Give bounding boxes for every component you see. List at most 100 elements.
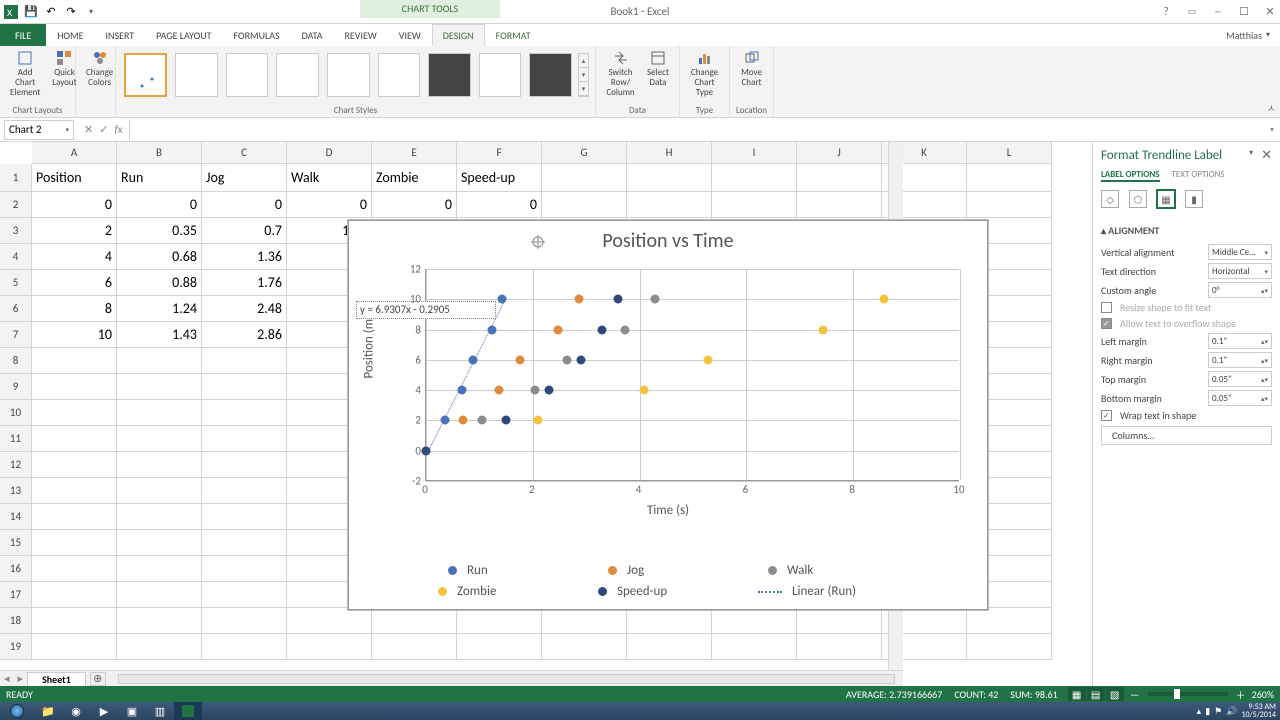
cell-B1[interactable]: Run [117, 164, 202, 192]
cell-C9[interactable] [202, 374, 287, 400]
cell-C1[interactable]: Jog [202, 164, 287, 192]
fx-icon[interactable]: fx [114, 123, 122, 136]
row-hdr-15[interactable]: 15 [0, 530, 32, 556]
chart-style-scroll[interactable]: ▴▾▾ [578, 53, 589, 97]
taskbar-clock[interactable]: 9:53 AM10/5/2014 [1241, 703, 1276, 719]
data-point[interactable] [459, 416, 468, 425]
zoom-out-button[interactable]: － [1130, 687, 1140, 702]
chart-style-9[interactable] [529, 53, 572, 97]
pane-tab-text-options[interactable]: TEXT OPTIONS [1172, 169, 1225, 182]
tray-up-icon[interactable]: ▴ [1197, 706, 1202, 717]
cell-C7[interactable]: 2.86 [202, 322, 287, 348]
formula-expand-icon[interactable]: ▾ [1264, 125, 1280, 135]
tab-file[interactable]: FILE [0, 24, 46, 46]
cell-B17[interactable] [117, 582, 202, 608]
trendline-equation-label[interactable]: y = 6.9307x - 0.2905 [356, 301, 496, 319]
cell-G1[interactable] [542, 164, 627, 192]
cell-C16[interactable] [202, 556, 287, 582]
tab-data[interactable]: DATA [291, 24, 334, 46]
cell-C5[interactable]: 1.76 [202, 270, 287, 296]
ribbon-display-icon[interactable]: ▭ [1186, 6, 1198, 18]
start-button[interactable] [0, 702, 34, 720]
taskbar-excel-icon[interactable] [174, 702, 202, 720]
fill-line-icon[interactable]: ◇ [1101, 190, 1119, 208]
tray-flag-icon[interactable]: ⚑ [1214, 706, 1222, 717]
data-point[interactable] [576, 355, 585, 364]
sheet-tab-sheet1[interactable]: Sheet1 [27, 672, 86, 687]
tray-volume-icon[interactable]: 🔊 [1226, 706, 1237, 717]
text-direction-select[interactable]: Horizontal▾ [1208, 263, 1272, 279]
col-hdr-J[interactable]: J [797, 142, 882, 164]
row-hdr-5[interactable]: 5 [0, 270, 32, 296]
cell-A1[interactable]: Position [32, 164, 117, 192]
chart-object[interactable]: Position vs Time Position (m) Time (s) y… [348, 220, 988, 610]
cell-D1[interactable]: Walk [287, 164, 372, 192]
taskbar-explorer-icon[interactable]: 📁 [34, 702, 62, 720]
row-hdr-12[interactable]: 12 [0, 452, 32, 478]
trendline[interactable] [426, 298, 507, 456]
col-hdr-B[interactable]: B [117, 142, 202, 164]
row-headers[interactable]: 12345678910111213141516171819 [0, 164, 32, 660]
cell-A17[interactable] [32, 582, 117, 608]
cell-A5[interactable]: 6 [32, 270, 117, 296]
data-point[interactable] [620, 325, 629, 334]
sheet-nav-next[interactable]: ▸ [14, 672, 28, 685]
cell-F18[interactable] [457, 608, 542, 634]
add-chart-element-button[interactable]: Add Chart Element [6, 48, 44, 100]
wrap-text-checkbox[interactable]: ✓ [1101, 410, 1112, 421]
page-break-view-icon[interactable]: ▧ [1106, 687, 1124, 701]
cell-I19[interactable] [712, 634, 797, 660]
cell-C18[interactable] [202, 608, 287, 634]
chart-legend[interactable]: Run Jog Walk Zombie Speed-up Linear (Run… [349, 563, 987, 599]
x-axis-label[interactable]: Time (s) [349, 503, 987, 518]
tray-network-icon[interactable]: ▮ [1205, 706, 1210, 717]
data-point[interactable] [639, 386, 648, 395]
chart-style-7[interactable] [428, 53, 471, 97]
cell-C6[interactable]: 2.48 [202, 296, 287, 322]
columns-button[interactable]: Columns… [1101, 426, 1272, 445]
cell-B3[interactable]: 0.35 [117, 218, 202, 244]
data-point[interactable] [530, 386, 539, 395]
label-options-icon[interactable]: ▮ [1185, 190, 1203, 208]
accept-formula-icon[interactable]: ✓ [99, 123, 108, 136]
chart-style-4[interactable] [276, 53, 319, 97]
data-point[interactable] [534, 416, 543, 425]
taskbar-app2-icon[interactable]: ▥ [146, 702, 174, 720]
horizontal-scrollbar[interactable] [118, 674, 895, 684]
right-margin-input[interactable]: 0.1"▴▾ [1208, 352, 1272, 368]
row-hdr-9[interactable]: 9 [0, 374, 32, 400]
cell-C4[interactable]: 1.36 [202, 244, 287, 270]
data-point[interactable] [494, 386, 503, 395]
cell-J2[interactable] [797, 192, 882, 218]
row-hdr-4[interactable]: 4 [0, 244, 32, 270]
y-axis-label[interactable]: Position (m) [362, 315, 377, 379]
tab-formulas[interactable]: FORMULAS [222, 24, 290, 46]
cell-A11[interactable] [32, 426, 117, 452]
cell-C14[interactable] [202, 504, 287, 530]
custom-angle-input[interactable]: 0°▴▾ [1208, 282, 1272, 298]
user-account[interactable]: Matthias▾ [1216, 24, 1280, 46]
row-hdr-8[interactable]: 8 [0, 348, 32, 374]
legend-zombie[interactable]: Zombie [438, 584, 558, 599]
top-margin-input[interactable]: 0.05"▴▾ [1208, 371, 1272, 387]
data-point[interactable] [515, 355, 524, 364]
alignment-section[interactable]: ▴ ALIGNMENT [1101, 220, 1272, 241]
row-hdr-2[interactable]: 2 [0, 192, 32, 218]
cell-E2[interactable]: 0 [372, 192, 457, 218]
cell-H2[interactable] [627, 192, 712, 218]
cell-B16[interactable] [117, 556, 202, 582]
size-properties-icon[interactable]: ▦ [1157, 190, 1175, 208]
cell-A2[interactable]: 0 [32, 192, 117, 218]
select-data-button[interactable]: Select Data [643, 48, 673, 90]
cell-B9[interactable] [117, 374, 202, 400]
cell-B13[interactable] [117, 478, 202, 504]
chart-style-5[interactable] [327, 53, 370, 97]
data-point[interactable] [544, 386, 553, 395]
maximize-button[interactable]: ☐ [1238, 6, 1250, 18]
cancel-formula-icon[interactable]: ✕ [84, 123, 93, 136]
cell-C19[interactable] [202, 634, 287, 660]
help-icon[interactable]: ? [1160, 6, 1172, 18]
save-icon[interactable]: 💾 [24, 5, 38, 19]
cell-A4[interactable]: 4 [32, 244, 117, 270]
tab-home[interactable]: HOME [46, 24, 94, 46]
